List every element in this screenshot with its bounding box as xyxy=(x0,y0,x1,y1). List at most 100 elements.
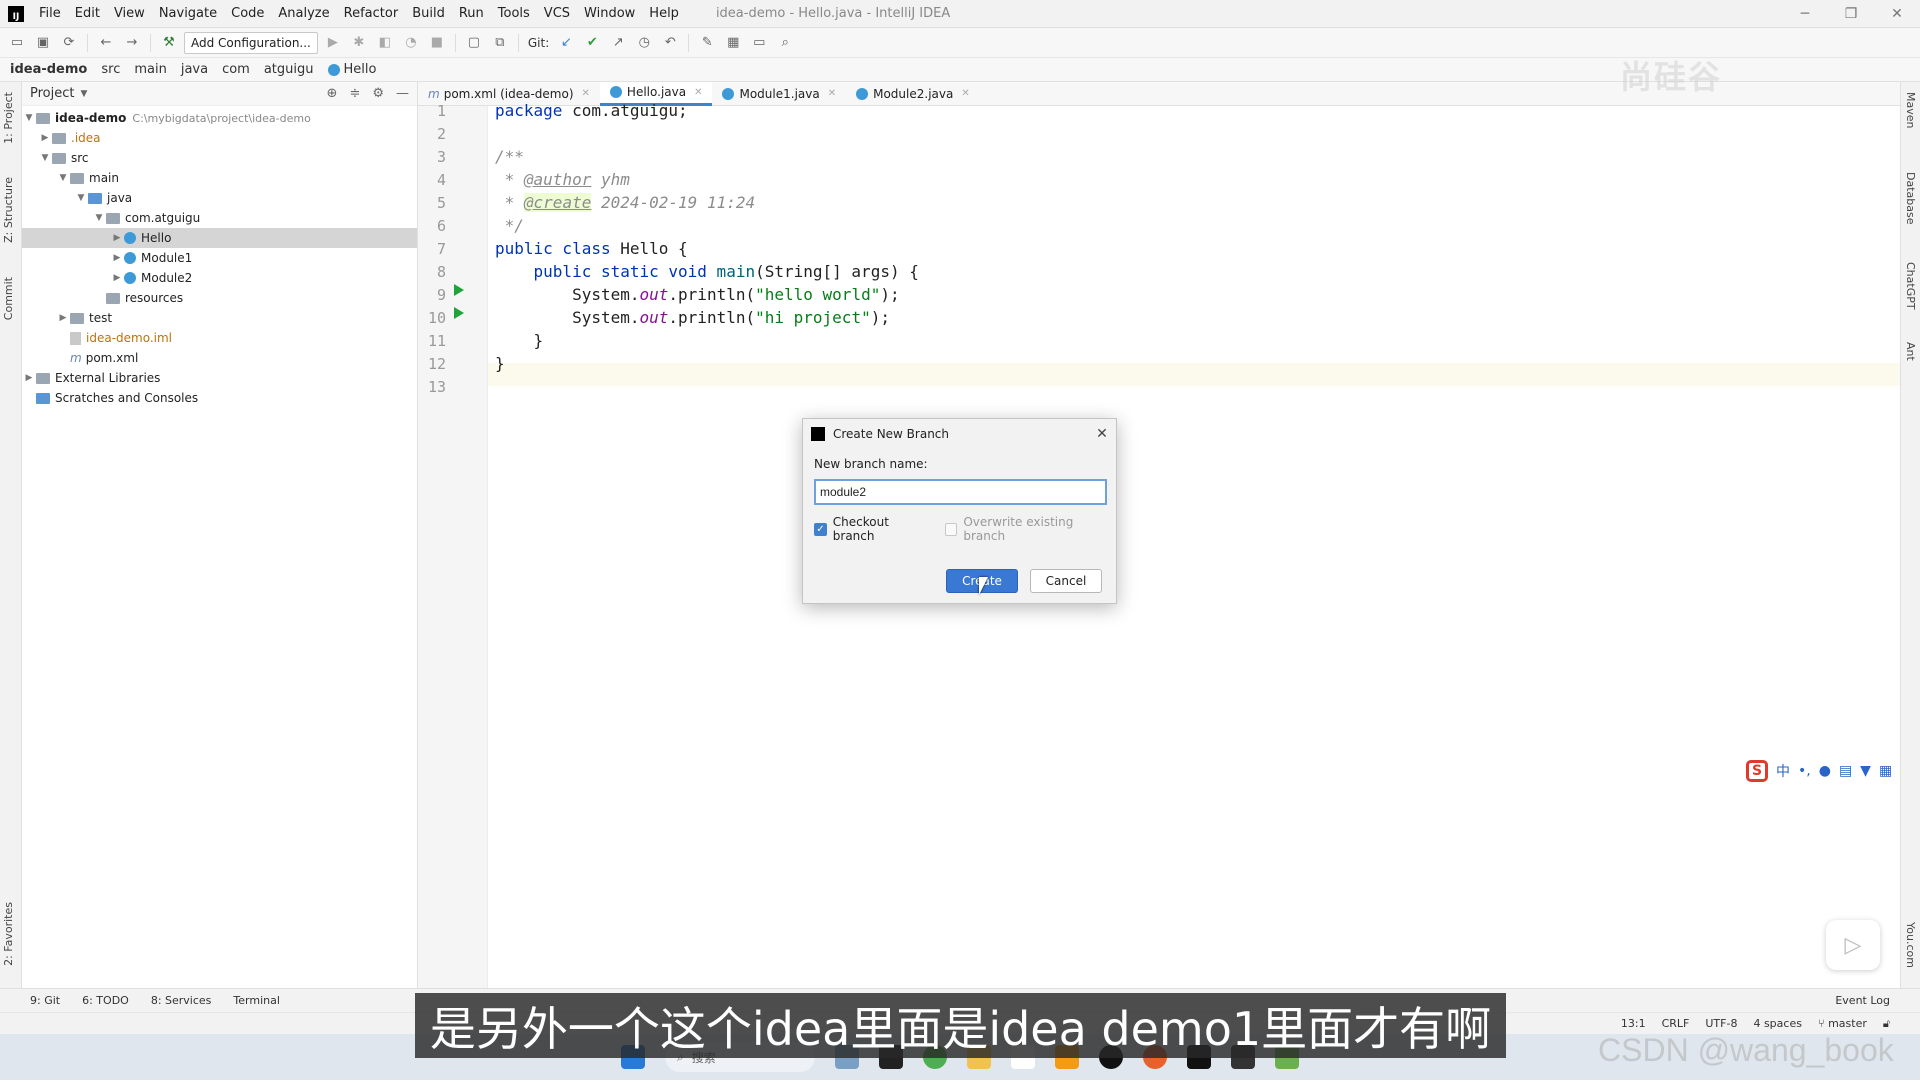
breadcrumb-main[interactable]: main xyxy=(134,62,166,77)
close-icon[interactable]: ✕ xyxy=(582,88,590,99)
ime-punctuation-icon[interactable]: •, xyxy=(1798,763,1811,779)
tool-tab-maven[interactable]: Maven xyxy=(1904,92,1917,128)
skin-icon[interactable]: ▼ xyxy=(1860,763,1871,779)
keyboard-icon[interactable]: ▤ xyxy=(1839,763,1852,779)
tool-tab-database[interactable]: Database xyxy=(1904,172,1917,225)
tree-item-java[interactable]: ▼ java xyxy=(22,188,417,208)
git-history-icon[interactable]: ◷ xyxy=(633,32,655,54)
chevron-right-icon[interactable]: ▶ xyxy=(22,373,36,383)
tree-item-root[interactable]: ▼ idea-demo C:\mybigdata\project\idea-demo xyxy=(22,108,417,128)
ime-toolbar[interactable]: S 中 •, ● ▤ ▼ ▦ xyxy=(1740,757,1899,785)
project-view-selector[interactable]: Project xyxy=(30,86,74,101)
tree-item-module2[interactable]: ▶ Module2 xyxy=(22,268,417,288)
tree-item-main[interactable]: ▼ main xyxy=(22,168,417,188)
chevron-down-icon[interactable]: ▼ xyxy=(74,193,88,203)
menu-analyze[interactable]: Analyze xyxy=(271,6,336,21)
restore-button[interactable]: ❐ xyxy=(1828,0,1874,28)
git-update-icon[interactable]: ↙ xyxy=(555,32,577,54)
tree-item-src[interactable]: ▼ src xyxy=(22,148,417,168)
tool-tab-youcom[interactable]: You.com xyxy=(1904,922,1917,968)
breadcrumb-project[interactable]: idea-demo xyxy=(10,62,87,77)
hide-icon[interactable]: — xyxy=(396,86,409,101)
project-structure-icon[interactable]: ▦ xyxy=(722,32,744,54)
chevron-right-icon[interactable]: ▶ xyxy=(110,253,124,263)
breadcrumb-java[interactable]: java xyxy=(181,62,208,77)
tool-tab-chatgpt[interactable]: ChatGPT xyxy=(1904,262,1917,310)
settings-wrench-icon[interactable]: ✎ xyxy=(696,32,718,54)
tool-tab-services[interactable]: 8: Services xyxy=(151,994,212,1007)
tree-item-scratches[interactable]: Scratches and Consoles xyxy=(22,388,417,408)
cancel-button[interactable]: Cancel xyxy=(1030,569,1102,593)
caret-position[interactable]: 13:1 xyxy=(1621,1017,1646,1030)
close-icon[interactable]: ✕ xyxy=(828,88,836,99)
tool-tab-structure[interactable]: Z: Structure xyxy=(2,177,15,243)
tree-item-iml[interactable]: idea-demo.iml xyxy=(22,328,417,348)
menu-tools[interactable]: Tools xyxy=(491,6,537,21)
tool-tab-project[interactable]: 1: Project xyxy=(2,92,15,144)
add-configuration-button[interactable]: Add Configuration... xyxy=(184,31,318,54)
tree-item-pom[interactable]: m pom.xml xyxy=(22,348,417,368)
line-separator[interactable]: CRLF xyxy=(1662,1017,1690,1030)
tree-item-test[interactable]: ▶ test xyxy=(22,308,417,328)
close-window-button[interactable]: ✕ xyxy=(1874,0,1920,28)
stop-icon[interactable]: ■ xyxy=(426,32,448,54)
chevron-down-icon[interactable]: ▼ xyxy=(56,173,70,183)
git-branch-widget[interactable]: ⑂ master xyxy=(1818,1017,1867,1030)
coverage-icon[interactable]: ◧ xyxy=(374,32,396,54)
file-encoding[interactable]: UTF-8 xyxy=(1705,1017,1737,1030)
event-log-button[interactable]: Event Log xyxy=(1835,994,1890,1007)
menu-refactor[interactable]: Refactor xyxy=(337,6,406,21)
checkout-branch-label[interactable]: Checkout branch xyxy=(833,515,933,543)
tool-tab-favorites[interactable]: 2: Favorites xyxy=(2,902,15,966)
checkout-branch-checkbox[interactable]: ✓ xyxy=(814,522,827,536)
run-icon[interactable]: ▶ xyxy=(322,32,344,54)
chevron-down-icon[interactable]: ▼ xyxy=(80,89,87,99)
toolbox-icon[interactable]: ▦ xyxy=(1879,763,1892,779)
overwrite-branch-label[interactable]: Overwrite existing branch xyxy=(963,515,1116,543)
lock-icon[interactable]: 🔓︎ xyxy=(1883,1017,1890,1031)
attach-icon[interactable]: ⧉ xyxy=(489,32,511,54)
breadcrumb-com[interactable]: com xyxy=(222,62,250,77)
locate-icon[interactable]: ⊕ xyxy=(327,86,338,101)
tree-item-module1[interactable]: ▶ Module1 xyxy=(22,248,417,268)
breadcrumb-hello[interactable]: Hello xyxy=(327,62,376,77)
chevron-down-icon[interactable]: ▼ xyxy=(22,113,36,123)
git-commit-icon[interactable]: ✔ xyxy=(581,32,603,54)
overwrite-branch-checkbox[interactable] xyxy=(944,522,958,536)
debug-icon[interactable]: ✱ xyxy=(348,32,370,54)
indent-setting[interactable]: 4 spaces xyxy=(1753,1017,1802,1030)
chevron-right-icon[interactable]: ▶ xyxy=(56,313,70,323)
run-class-icon[interactable] xyxy=(454,284,464,296)
tool-tab-commit[interactable]: Commit xyxy=(2,277,15,320)
menu-navigate[interactable]: Navigate xyxy=(152,6,224,21)
chevron-right-icon[interactable]: ▶ xyxy=(110,273,124,283)
git-rollback-icon[interactable]: ↶ xyxy=(659,32,681,54)
tool-tab-git[interactable]: 9: Git xyxy=(30,994,60,1007)
menu-edit[interactable]: Edit xyxy=(68,6,107,21)
tool-tab-todo[interactable]: 6: TODO xyxy=(82,994,129,1007)
search-icon[interactable]: ⌕ xyxy=(774,32,796,54)
run-main-icon[interactable] xyxy=(454,307,464,319)
open-icon[interactable]: ▭ xyxy=(6,32,28,54)
menu-file[interactable]: File xyxy=(32,6,68,21)
tool-tab-ant[interactable]: Ant xyxy=(1904,342,1917,361)
collapse-all-icon[interactable]: ≑ xyxy=(349,86,360,101)
gear-icon[interactable]: ⚙ xyxy=(372,86,384,101)
git-push-icon[interactable]: ↗ xyxy=(607,32,629,54)
tree-item-hello[interactable]: ▶ Hello xyxy=(22,228,417,248)
branch-name-input[interactable]: module2 xyxy=(814,479,1107,505)
build-hammer-icon[interactable]: ⚒ xyxy=(158,32,180,54)
chevron-right-icon[interactable]: ▶ xyxy=(38,133,52,143)
menu-vcs[interactable]: VCS xyxy=(537,6,577,21)
menu-view[interactable]: View xyxy=(107,6,152,21)
save-icon[interactable]: ▣ xyxy=(32,32,54,54)
close-icon[interactable]: ✕ xyxy=(694,87,702,98)
tool-tab-terminal[interactable]: Terminal xyxy=(233,994,280,1007)
tree-item-package[interactable]: ▼ com.atguigu xyxy=(22,208,417,228)
tab-module2-java[interactable]: Module2.java ✕ xyxy=(846,82,980,106)
microphone-icon[interactable]: ● xyxy=(1819,763,1831,779)
video-play-icon[interactable]: ▷ xyxy=(1826,920,1880,970)
back-icon[interactable]: ← xyxy=(95,32,117,54)
menu-run[interactable]: Run xyxy=(452,6,491,21)
menu-help[interactable]: Help xyxy=(642,6,686,21)
